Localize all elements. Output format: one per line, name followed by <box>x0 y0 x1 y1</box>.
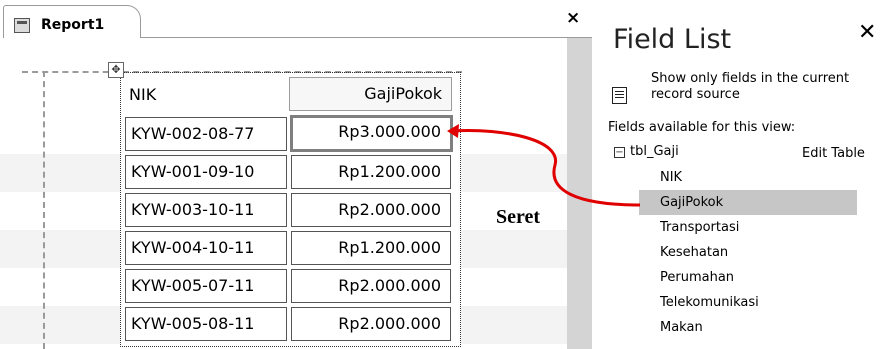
table-node-tbl-gaji[interactable]: tbl_Gaji <box>630 144 679 159</box>
close-icon[interactable]: × <box>566 8 580 28</box>
report-row-stripe <box>0 306 120 344</box>
tab-strip-divider <box>140 37 595 38</box>
edit-table-link[interactable]: Edit Table <box>802 146 865 161</box>
header-gajipokok-label[interactable]: GajiPokok <box>289 77 452 111</box>
nik-textbox[interactable]: KYW-004-10-11 <box>125 231 287 265</box>
nik-textbox[interactable]: KYW-001-09-10 <box>125 155 287 189</box>
gajipokok-textbox[interactable]: Rp1.200.000 <box>291 155 451 189</box>
gajipokok-textbox[interactable]: Rp2.000.000 <box>291 269 451 303</box>
tab-report1[interactable]: Report1 <box>3 5 141 38</box>
document-tab-strip: Report1 × <box>0 0 595 38</box>
gajipokok-textbox[interactable]: Rp2.000.000 <box>291 307 451 341</box>
gajipokok-textbox[interactable]: Rp1.200.000 <box>291 231 451 265</box>
tab-report1-label: Report1 <box>41 17 105 33</box>
nik-textbox[interactable]: KYW-002-08-77 <box>125 117 287 151</box>
field-item-transportasi[interactable]: Transportasi <box>660 220 739 235</box>
gajipokok-textbox-selected[interactable]: Rp3.000.000 <box>290 115 453 152</box>
show-only-current-fields-link[interactable]: Show only fields in the current record s… <box>651 71 881 103</box>
report-row-stripe <box>461 306 567 344</box>
close-pane-icon[interactable]: ✕ <box>858 20 876 45</box>
nik-textbox[interactable]: KYW-003-10-11 <box>125 193 287 227</box>
field-item-telekomunikasi[interactable]: Telekomunikasi <box>660 295 759 310</box>
field-item-gajipokok[interactable]: GajiPokok <box>660 195 723 210</box>
section-dashed-guide-vertical <box>43 71 45 349</box>
report-row-stripe <box>0 154 120 192</box>
field-item-makan[interactable]: Makan <box>660 320 703 335</box>
field-item-nik[interactable]: NIK <box>660 170 682 185</box>
drag-annotation-label: Seret <box>496 206 541 228</box>
move-icon[interactable]: ✥ <box>108 62 124 78</box>
header-nik-label[interactable]: NIK <box>123 78 283 112</box>
vertical-scrollbar[interactable] <box>567 38 592 349</box>
field-item-kesehatan[interactable]: Kesehatan <box>660 245 728 260</box>
report-row-stripe <box>461 154 567 192</box>
fields-available-label: Fields available for this view: <box>608 120 796 135</box>
gajipokok-textbox[interactable]: Rp2.000.000 <box>291 193 451 227</box>
report-row-stripe <box>461 230 567 268</box>
field-list-title: Field List <box>613 24 732 55</box>
report-icon <box>14 18 30 33</box>
filter-list-icon[interactable] <box>612 87 627 104</box>
field-item-perumahan[interactable]: Perumahan <box>660 270 734 285</box>
nik-textbox[interactable]: KYW-005-07-11 <box>125 269 287 303</box>
nik-textbox[interactable]: KYW-005-08-11 <box>125 307 287 341</box>
report-row-stripe <box>0 230 120 268</box>
collapse-icon[interactable]: − <box>614 147 625 158</box>
